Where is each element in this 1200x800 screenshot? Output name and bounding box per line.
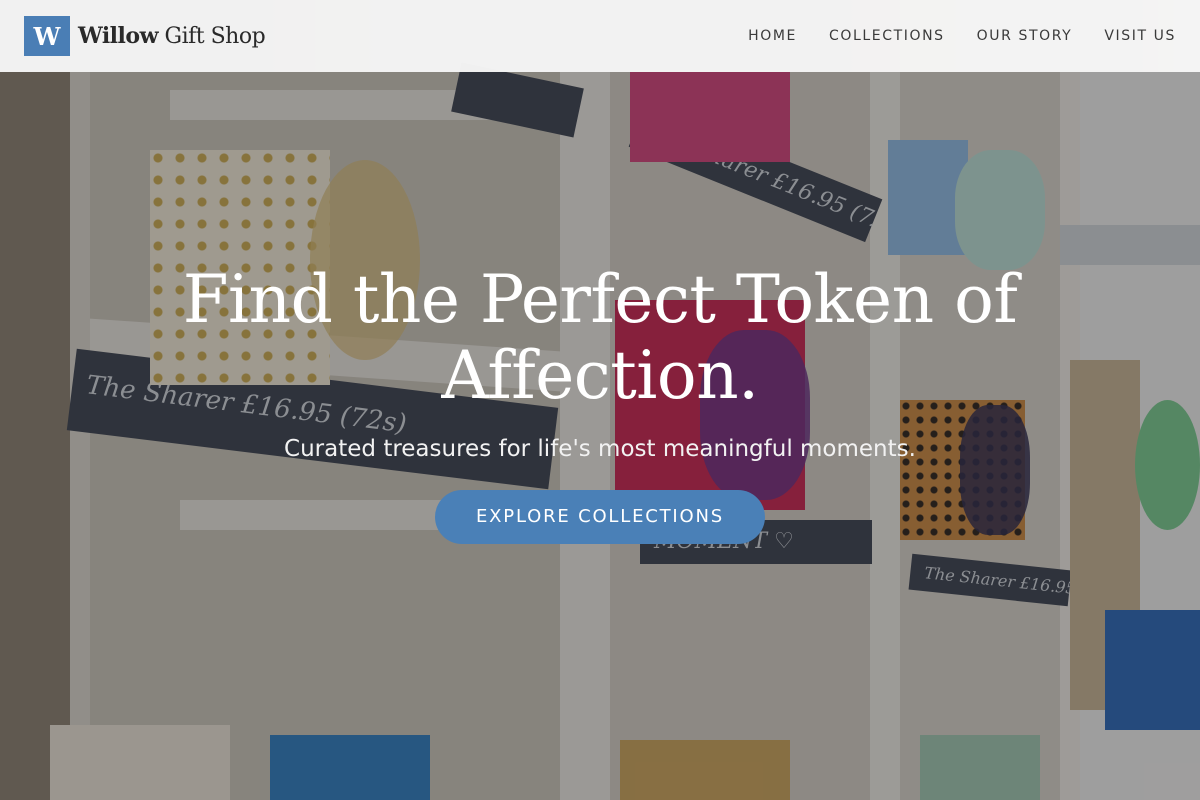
logo-mark: W: [24, 16, 70, 56]
nav-link-home[interactable]: HOME: [748, 28, 797, 44]
brand-name-rest: Gift Shop: [158, 24, 266, 49]
site-header: W Willow Gift Shop HOME COLLECTIONS OUR …: [0, 0, 1200, 72]
explore-collections-button[interactable]: EXPLORE COLLECTIONS: [434, 490, 765, 544]
nav-link-our-story[interactable]: OUR STORY: [977, 28, 1073, 44]
hero-section: Find the Perfect Token of Affection. Cur…: [0, 262, 1200, 544]
brand-logo-link[interactable]: W Willow Gift Shop: [24, 16, 266, 56]
nav-link-collections[interactable]: COLLECTIONS: [829, 28, 945, 44]
hero-title: Find the Perfect Token of Affection.: [182, 261, 1018, 414]
main-nav: HOME COLLECTIONS OUR STORY VISIT US: [748, 28, 1176, 44]
brand-name-bold: Willow: [78, 23, 159, 49]
brand-name: Willow Gift Shop: [78, 23, 266, 49]
hero-subtitle: Curated treasures for life's most meanin…: [284, 436, 916, 462]
nav-link-visit-us[interactable]: VISIT US: [1104, 28, 1176, 44]
